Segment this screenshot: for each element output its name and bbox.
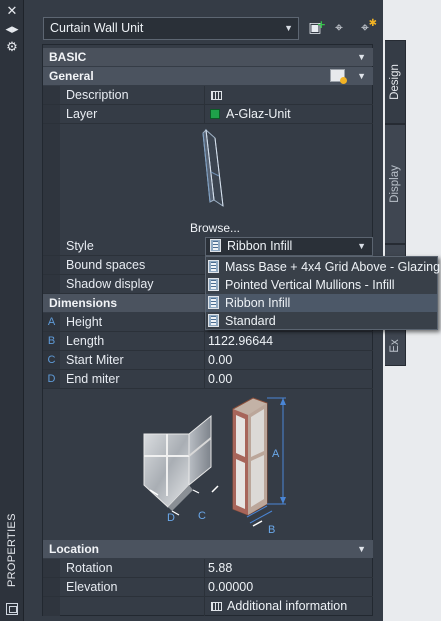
- row-description[interactable]: Description: [43, 86, 373, 105]
- collapse-icon[interactable]: ▼: [357, 48, 366, 66]
- layer-color-swatch: [210, 109, 220, 119]
- section-location-label: Location: [49, 542, 99, 556]
- close-icon[interactable]: ✕: [0, 4, 24, 20]
- elevation-label: Elevation: [66, 580, 118, 594]
- palette-icon: [6, 603, 18, 615]
- autohide-icon[interactable]: ◂▸: [0, 22, 24, 38]
- layer-label: Layer: [66, 107, 98, 121]
- style-option-selected[interactable]: Ribbon Infill: [206, 294, 437, 312]
- palette-title-bar: ✕ ◂▸ ⚙ PROPERTIES: [0, 0, 24, 621]
- dim-letter: B: [47, 335, 56, 347]
- dim-letter: D: [47, 373, 56, 385]
- layer-value[interactable]: A-Glaz-Unit: [208, 105, 291, 124]
- style-option[interactable]: Mass Base + 4x4 Grid Above - Glazing: [206, 258, 440, 276]
- dim-letter: C: [47, 354, 56, 366]
- section-basic-label: BASIC: [49, 50, 87, 64]
- style-icon: [208, 314, 219, 327]
- quick-select-icon[interactable]: ⌖ ✱: [356, 18, 377, 38]
- style-icon: [208, 278, 219, 291]
- style-sheet-icon[interactable]: [330, 69, 347, 84]
- add-style-icon[interactable]: ▣ +: [306, 18, 326, 38]
- style-preview: [43, 124, 373, 236]
- row-end-miter[interactable]: D End miter 0.00: [43, 370, 373, 389]
- elevation-value[interactable]: 0.00000: [208, 578, 253, 597]
- style-option[interactable]: Pointed Vertical Mullions - Infill: [206, 276, 437, 294]
- style-select-value: Ribbon Infill: [208, 238, 292, 255]
- shadow-display-label: Shadow display: [66, 277, 154, 291]
- length-label: Length: [66, 334, 105, 348]
- row-length[interactable]: B Length 1122.96644: [43, 332, 373, 351]
- tab-design[interactable]: Design: [385, 40, 406, 124]
- object-type-select[interactable]: Curtain Wall Unit ▼: [43, 17, 299, 40]
- tab-display[interactable]: Display: [385, 124, 406, 244]
- curtain-wall-unit-preview: [202, 128, 224, 208]
- height-label: Height: [66, 315, 103, 329]
- section-dimensions-label: Dimensions: [49, 296, 118, 310]
- end-miter-label: End miter: [66, 372, 120, 386]
- description-label: Description: [66, 88, 129, 102]
- style-option[interactable]: Standard: [206, 312, 437, 330]
- rotation-value[interactable]: 5.88: [208, 559, 232, 578]
- row-elevation[interactable]: Elevation 0.00000: [43, 578, 373, 597]
- tab-extended-data-label: Ex: [389, 339, 401, 353]
- row-rotation[interactable]: Rotation 5.88: [43, 559, 373, 578]
- collapse-icon[interactable]: ▼: [357, 540, 366, 558]
- row-layer[interactable]: Layer A-Glaz-Unit: [43, 105, 373, 124]
- label-a: A: [272, 448, 280, 460]
- browse-button[interactable]: Browse...: [190, 221, 240, 235]
- label-b: B: [268, 524, 275, 536]
- section-basic[interactable]: BASIC ▼: [43, 48, 373, 66]
- label-d: D: [167, 512, 175, 524]
- chevron-down-icon: ▼: [284, 23, 293, 33]
- dimension-illustration: D C A B: [43, 389, 373, 539]
- style-label: Style: [66, 239, 94, 253]
- style-dropdown-list: Mass Base + 4x4 Grid Above - Glazing Poi…: [205, 256, 440, 330]
- length-value[interactable]: 1122.96644: [208, 332, 273, 351]
- gear-icon[interactable]: ⚙: [0, 40, 24, 56]
- description-edit-icon[interactable]: [208, 86, 222, 105]
- row-additional-information[interactable]: Additional information: [43, 597, 373, 616]
- select-objects-icon[interactable]: ⌖: [330, 18, 348, 38]
- dim-letter: A: [47, 316, 56, 328]
- style-icon: [208, 296, 219, 309]
- collapse-icon[interactable]: ▼: [357, 67, 366, 85]
- section-general[interactable]: General ▼: [43, 67, 373, 85]
- object-type-value: Curtain Wall Unit: [50, 21, 144, 35]
- start-miter-label: Start Miter: [66, 353, 124, 367]
- start-miter-value[interactable]: 0.00: [208, 351, 232, 370]
- curtain-wall-diagram: D C A B: [143, 397, 286, 536]
- grid-icon: [211, 602, 222, 611]
- end-miter-value[interactable]: 0.00: [208, 370, 232, 389]
- section-general-label: General: [49, 69, 94, 83]
- tab-design-label: Design: [389, 64, 401, 100]
- style-icon: [210, 239, 221, 252]
- layer-name: A-Glaz-Unit: [226, 107, 291, 121]
- style-icon: [208, 260, 219, 273]
- label-c: C: [198, 510, 206, 522]
- additional-information-button[interactable]: Additional information: [208, 597, 347, 616]
- tab-display-label: Display: [389, 165, 401, 203]
- bound-spaces-label: Bound spaces: [66, 258, 146, 272]
- row-start-miter[interactable]: C Start Miter 0.00: [43, 351, 373, 370]
- rotation-label: Rotation: [66, 561, 113, 575]
- palette-title: PROPERTIES: [6, 513, 18, 587]
- chevron-down-icon: ▼: [357, 241, 366, 251]
- style-select[interactable]: Ribbon Infill ▼: [205, 237, 373, 256]
- section-location[interactable]: Location ▼: [43, 540, 373, 558]
